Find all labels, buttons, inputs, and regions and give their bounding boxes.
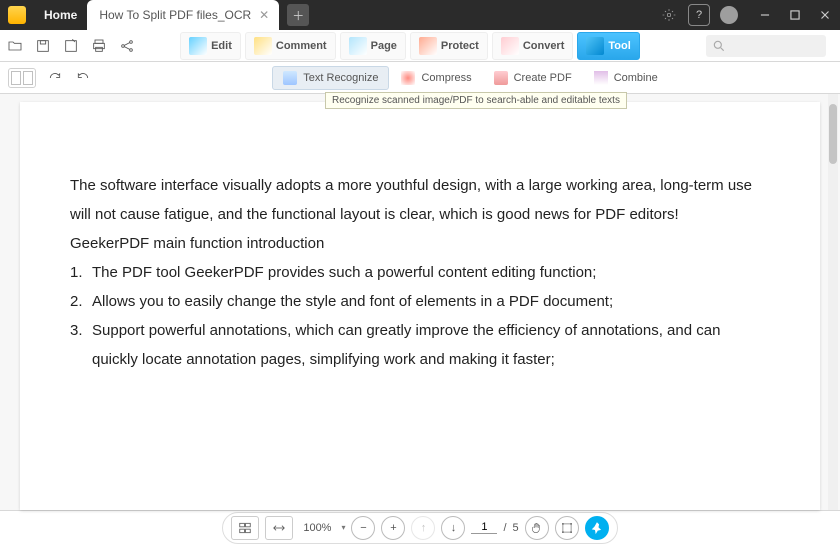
pin-toolbar-button[interactable] — [585, 516, 609, 540]
tool-combine-label: Combine — [614, 72, 658, 84]
list-item-number: 2. — [70, 288, 92, 317]
secondary-toolbar: Text Recognize Compress Create PDF Combi… — [0, 62, 840, 94]
zoom-in-button[interactable]: + — [381, 516, 405, 540]
ribbon-protect[interactable]: Protect — [410, 32, 488, 60]
save-icon[interactable] — [34, 37, 52, 55]
list-item-text: Allows you to easily change the style an… — [92, 288, 770, 317]
ribbon-convert-label: Convert — [523, 40, 565, 52]
ribbon-tool[interactable]: Tool — [577, 32, 639, 60]
page-total: 5 — [513, 522, 519, 534]
ribbon-page[interactable]: Page — [340, 32, 406, 60]
tab-close-icon[interactable]: ✕ — [259, 8, 269, 22]
document-page: The software interface visually adopts a… — [20, 102, 820, 510]
save-as-icon[interactable] — [62, 37, 80, 55]
tool-text-recognize-label: Text Recognize — [303, 72, 378, 84]
tab-home[interactable]: Home — [34, 2, 87, 28]
ribbon-tabs: Edit Comment Page Protect Convert Tool — [178, 32, 642, 60]
user-avatar-icon[interactable] — [720, 6, 738, 24]
ribbon-comment-label: Comment — [276, 40, 327, 52]
list-item-text: The PDF tool GeekerPDF provides such a p… — [92, 259, 770, 288]
create-pdf-icon — [494, 71, 508, 85]
tool-compress-label: Compress — [421, 72, 471, 84]
app-icon — [8, 6, 26, 24]
page-sep: / — [503, 522, 506, 534]
ribbon-convert[interactable]: Convert — [492, 32, 574, 60]
print-icon[interactable] — [90, 37, 108, 55]
document-paragraph: The software interface visually adopts a… — [70, 172, 770, 230]
close-button[interactable] — [810, 0, 840, 30]
redo-icon[interactable] — [44, 67, 66, 89]
main-toolbar: Edit Comment Page Protect Convert Tool — [0, 30, 840, 62]
search-input[interactable] — [706, 35, 826, 57]
zoom-out-button[interactable]: − — [351, 516, 375, 540]
list-item: 3. Support powerful annotations, which c… — [70, 317, 770, 375]
help-icon[interactable]: ? — [688, 4, 710, 26]
ribbon-tool-label: Tool — [608, 40, 630, 52]
page-number-input[interactable] — [471, 521, 497, 534]
view-mode-thumbnails[interactable] — [231, 516, 259, 540]
share-icon[interactable] — [118, 37, 136, 55]
tab-document[interactable]: How To Split PDF files_OCR ✕ — [87, 0, 279, 30]
new-tab-button[interactable]: ＋ — [287, 4, 309, 26]
zoom-level[interactable]: 100% — [299, 522, 335, 534]
maximize-button[interactable] — [780, 0, 810, 30]
list-item-number: 1. — [70, 259, 92, 288]
list-item: 2. Allows you to easily change the style… — [70, 288, 770, 317]
prev-page-button[interactable]: ↑ — [411, 516, 435, 540]
hand-tool-button[interactable] — [525, 516, 549, 540]
document-viewport[interactable]: The software interface visually adopts a… — [0, 94, 840, 510]
list-item-text: Support powerful annotations, which can … — [92, 317, 770, 375]
ribbon-edit-label: Edit — [211, 40, 232, 52]
panel-toggle[interactable] — [8, 68, 36, 88]
tab-document-title: How To Split PDF files_OCR — [99, 8, 251, 22]
undo-icon[interactable] — [72, 67, 94, 89]
ribbon-comment[interactable]: Comment — [245, 32, 336, 60]
vertical-scrollbar[interactable] — [828, 94, 838, 510]
compress-icon — [401, 71, 415, 85]
zoom-dropdown-icon[interactable]: ▾ — [341, 523, 345, 532]
tool-create-pdf-label: Create PDF — [514, 72, 572, 84]
next-page-button[interactable]: ↓ — [441, 516, 465, 540]
tooltip: Recognize scanned image/PDF to search-ab… — [325, 92, 627, 109]
text-recognize-icon — [283, 71, 297, 85]
ribbon-edit[interactable]: Edit — [180, 32, 241, 60]
tool-text-recognize[interactable]: Text Recognize — [272, 66, 389, 90]
tool-create-pdf[interactable]: Create PDF — [484, 67, 582, 89]
open-icon[interactable] — [6, 37, 24, 55]
bottom-toolbar: 100% ▾ − + ↑ ↓ / 5 — [0, 510, 840, 544]
view-mode-fit[interactable] — [265, 516, 293, 540]
ribbon-protect-label: Protect — [441, 40, 479, 52]
titlebar: Home How To Split PDF files_OCR ✕ ＋ ? — [0, 0, 840, 30]
document-heading: GeekerPDF main function introduction — [70, 230, 770, 259]
select-tool-button[interactable] — [555, 516, 579, 540]
scrollbar-thumb[interactable] — [829, 104, 837, 164]
list-item: 1. The PDF tool GeekerPDF provides such … — [70, 259, 770, 288]
combine-icon — [594, 71, 608, 85]
tool-compress[interactable]: Compress — [391, 67, 481, 89]
settings-icon[interactable] — [654, 0, 684, 30]
ribbon-page-label: Page — [371, 40, 397, 52]
tool-combine[interactable]: Combine — [584, 67, 668, 89]
list-item-number: 3. — [70, 317, 92, 375]
minimize-button[interactable] — [750, 0, 780, 30]
